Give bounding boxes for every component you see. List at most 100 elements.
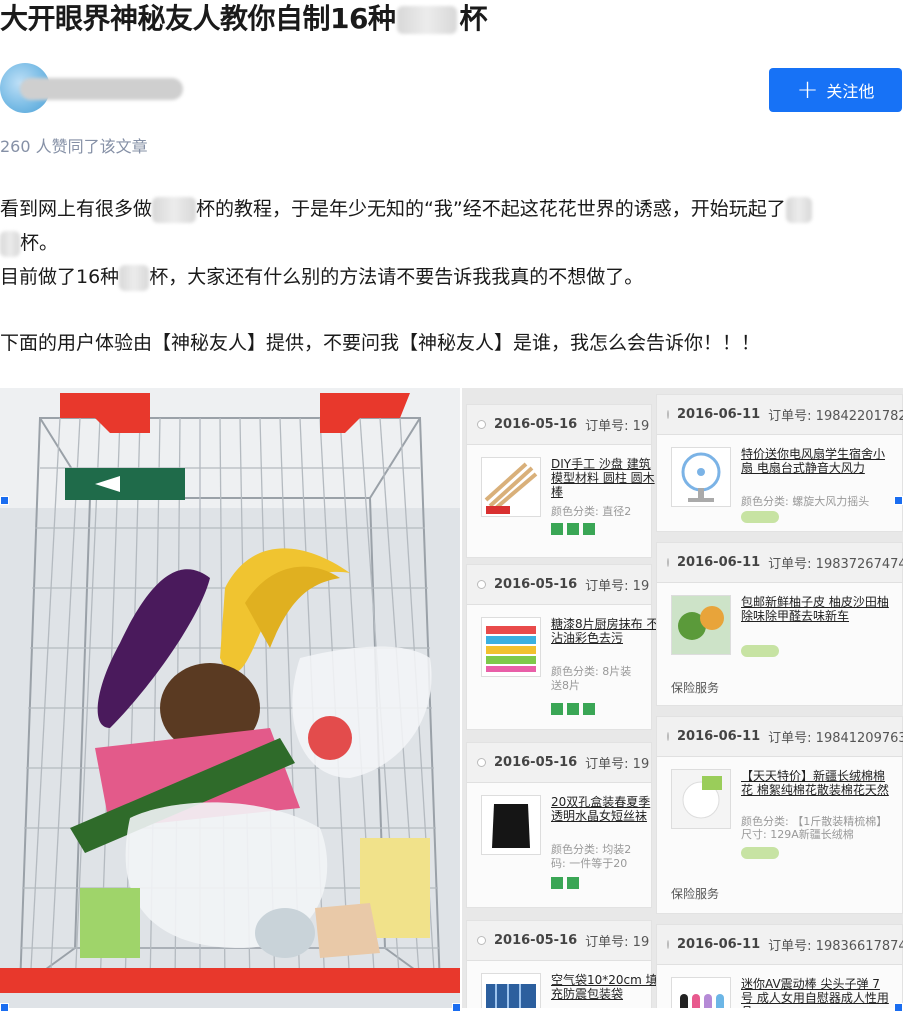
paragraph-1-line-2: 杯。: [0, 226, 58, 260]
insurance-service: 保险服务: [671, 681, 720, 695]
shopping-cart-photo: [0, 388, 460, 1008]
product-title-link[interactable]: 空气袋10*20cm 填充防震包装袋: [551, 973, 661, 1008]
censored-word: [785, 196, 812, 223]
product-variant: 颜色分类: 直径2: [551, 505, 632, 518]
order-number: 订单号: 19842201782: [768, 409, 903, 424]
order-number: 订单号: 19837267474: [768, 557, 903, 572]
like-count: 260 人赞同了该文章: [0, 137, 148, 156]
paragraph-1-line-1: 看到网上有很多做 杯的教程，于是年少无知的“我”经不起这花花世界的诱惑，开始玩起了: [0, 192, 812, 226]
product-variant-extra: 码: 一件等于20: [551, 857, 628, 870]
follow-button[interactable]: + 关注他: [769, 68, 902, 112]
paragraph-text: 杯的教程，于是年少无知的“我”经不起这花花世界的诱惑，开始玩起了: [196, 198, 786, 220]
radio-icon: [667, 940, 669, 949]
product-title-link[interactable]: DIY手工 沙盘 建筑模型材料 圆柱 圆木棒: [551, 457, 661, 501]
insurance-service: 保险服务: [671, 887, 720, 901]
order-history-screenshot: 2016-05-16 订单号: 19 DIY手工 沙盘 建筑模型材料 圆柱 圆木棒…: [462, 388, 903, 1008]
order-header: 2016-06-11 订单号: 19837267474: [657, 543, 903, 583]
resize-handle-right[interactable]: [894, 496, 903, 505]
order-number: 订单号: 19: [585, 419, 650, 434]
service-badge: [741, 847, 779, 859]
product-title-link[interactable]: 【天天特价】新疆长绒棉棉花 棉絮纯棉花散装棉花天然: [741, 769, 891, 813]
order-number: 订单号: 19: [585, 579, 650, 594]
product-title-link[interactable]: 糖漆8片厨房抹布 不沾油彩色去污: [551, 617, 661, 661]
title-text-start: 大开眼界神秘友人教你自制16种: [0, 2, 396, 35]
order-header: 2016-05-16 订单号: 19: [467, 405, 651, 445]
order-card: 2016-05-16 订单号: 19 20双孔盒装春夏季 透明水晶女短丝袜 颜色分…: [466, 742, 652, 908]
order-card: 2016-05-16 订单号: 19 糖漆8片厨房抹布 不沾油彩色去污 颜色分类:…: [466, 564, 658, 730]
product-variant: 颜色分类: 螺旋大风力摇头: [741, 495, 870, 508]
article-title: 大开眼界神秘友人教你自制16种 杯: [0, 2, 903, 36]
product-thumbnail: [481, 795, 541, 855]
service-tags: [551, 523, 595, 535]
order-header: 2016-05-16 订单号: 19: [467, 921, 651, 961]
product-title-link[interactable]: 20双孔盒装春夏季 透明水晶女短丝袜: [551, 795, 661, 839]
product-thumbnail: [671, 977, 731, 1008]
censored-word: [152, 196, 197, 223]
order-card: 2016-05-16 订单号: 19 空气袋10*20cm 填充防震包装袋: [466, 920, 658, 1008]
censored-word: [0, 230, 20, 257]
censored-word: [397, 6, 458, 34]
product-thumbnail: [671, 769, 731, 829]
order-number: 订单号: 19836617874: [768, 939, 903, 954]
order-card: 2016-06-11 订单号: 19841209763 【天天特价】新疆长绒棉棉花…: [656, 716, 903, 914]
order-column-left: 2016-05-16 订单号: 19 DIY手工 沙盘 建筑模型材料 圆柱 圆木棒…: [466, 388, 658, 1008]
product-variant: 颜色分类: 【1斤散装精梳棉】尺寸: 129A新疆长绒棉: [741, 815, 888, 841]
paragraph-3: 下面的用户体验由【神秘友人】提供，不要问我【神秘友人】是谁，我怎么会告诉你！！！: [0, 332, 761, 354]
order-header: 2016-05-16 订单号: 19: [467, 565, 651, 605]
product-title-link[interactable]: 迷你AV震动棒 尖头子弹 7号 成人女用自慰器成人性用品: [741, 977, 891, 1008]
order-date: 2016-05-16: [494, 417, 578, 432]
product-thumbnail: [481, 457, 541, 517]
order-card: 2016-05-16 订单号: 19 DIY手工 沙盘 建筑模型材料 圆柱 圆木棒…: [466, 404, 655, 558]
product-thumbnail: [481, 973, 541, 1008]
order-date: 2016-06-11: [677, 407, 761, 422]
order-date: 2016-05-16: [494, 577, 578, 592]
product-thumbnail: [671, 595, 731, 655]
order-date: 2016-05-16: [494, 755, 578, 770]
radio-icon: [477, 758, 486, 767]
radio-icon: [477, 420, 486, 429]
service-badge: [741, 511, 779, 523]
paragraph-text: 看到网上有很多做: [0, 198, 153, 220]
resize-handle-bottom-left[interactable]: [0, 1003, 9, 1012]
resize-handle-left[interactable]: [0, 496, 9, 505]
order-card: 2016-06-11 订单号: 19836617874 迷你AV震动棒 尖头子弹 …: [656, 924, 903, 1008]
order-date: 2016-06-11: [677, 729, 761, 744]
order-card: 2016-06-11 订单号: 19837267474 包邮新鲜柚子皮 柚皮沙田柚…: [656, 542, 903, 706]
order-number: 订单号: 19: [585, 935, 650, 950]
resize-handle-bottom-right[interactable]: [894, 1003, 903, 1012]
plus-icon: +: [796, 75, 819, 105]
service-tags: [551, 703, 595, 715]
order-number: 订单号: 19841209763: [768, 731, 903, 746]
order-card: 2016-06-11 订单号: 19842201782 特价送你电风扇学生宿舍小扇…: [656, 394, 903, 532]
radio-icon: [477, 580, 486, 589]
order-header: 2016-06-11 订单号: 19836617874: [657, 925, 903, 965]
resize-handle-bottom[interactable]: [452, 1003, 461, 1012]
order-column-right: 2016-06-11 订单号: 19842201782 特价送你电风扇学生宿舍小扇…: [656, 388, 903, 1008]
shopping-cart-illustration: [0, 388, 460, 1008]
service-tags: [551, 877, 579, 889]
censored-word: [119, 264, 150, 291]
radio-icon: [667, 558, 669, 567]
product-title-link[interactable]: 特价送你电风扇学生宿舍小扇 电扇台式静音大风力: [741, 447, 891, 491]
paragraph-2: 目前做了16种 杯，大家还有什么别的方法请不要告诉我我真的不想做了。: [0, 260, 643, 294]
author-name-redacted[interactable]: [20, 78, 183, 100]
paragraph-text: 杯。: [20, 232, 59, 254]
radio-icon: [667, 410, 669, 419]
order-header: 2016-06-11 订单号: 19841209763: [657, 717, 903, 757]
order-number: 订单号: 19: [585, 757, 650, 772]
paragraph-text: 目前做了16种: [0, 266, 120, 288]
radio-icon: [477, 936, 486, 945]
radio-icon: [667, 732, 669, 741]
product-thumbnail: [671, 447, 731, 507]
product-variant-extra: 送8片: [551, 679, 580, 692]
service-badge: [741, 645, 779, 657]
title-text-end: 杯: [459, 2, 487, 35]
order-date: 2016-06-11: [677, 555, 761, 570]
product-thumbnail: [481, 617, 541, 677]
paragraph-text: 杯，大家还有什么别的方法请不要告诉我我真的不想做了。: [149, 266, 644, 288]
follow-label: 关注他: [826, 82, 875, 101]
order-header: 2016-05-16 订单号: 19: [467, 743, 651, 783]
order-date: 2016-06-11: [677, 937, 761, 952]
order-date: 2016-05-16: [494, 933, 578, 948]
product-title-link[interactable]: 包邮新鲜柚子皮 柚皮沙田柚 除味除甲醛去味新车: [741, 595, 891, 639]
